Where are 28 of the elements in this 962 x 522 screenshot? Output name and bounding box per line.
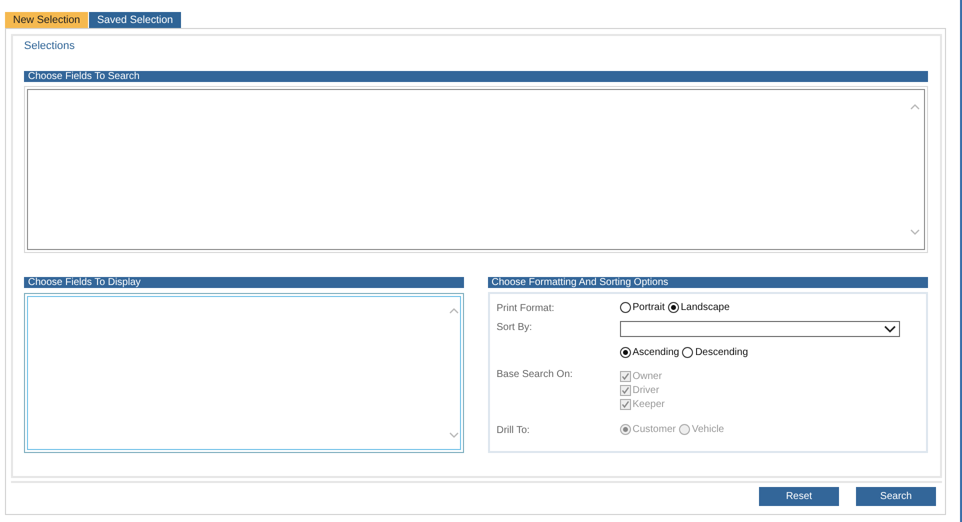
scroll-up-icon[interactable] xyxy=(910,104,920,110)
radio-button[interactable] xyxy=(620,347,630,358)
panel-header: Choose Fields To Search xyxy=(24,71,928,82)
panel-header: Choose Fields To Display xyxy=(24,277,464,288)
field-label: Print Format: xyxy=(496,303,554,314)
field-label: Drill To: xyxy=(496,425,530,436)
action-button[interactable]: Reset xyxy=(759,487,839,506)
panel-header: Choose Formatting And Sorting Options xyxy=(488,277,928,288)
radio-button[interactable] xyxy=(668,302,679,313)
scroll-down-icon[interactable] xyxy=(448,432,458,438)
radio-option[interactable]: Portrait xyxy=(620,302,665,313)
radio-button[interactable] xyxy=(682,347,694,358)
tab[interactable]: New Selection xyxy=(5,12,88,28)
radio-button[interactable] xyxy=(620,302,630,313)
field-label: Sort By: xyxy=(496,322,532,333)
tab[interactable]: Saved Selection xyxy=(89,12,182,28)
display-fields-list[interactable] xyxy=(24,293,464,453)
action-button[interactable]: Search xyxy=(856,487,936,506)
scroll-up-icon[interactable] xyxy=(448,308,458,314)
chevron-down-icon xyxy=(884,325,896,333)
scroll-down-icon[interactable] xyxy=(910,229,920,235)
field-label: Base Search On: xyxy=(496,369,573,380)
radio-option[interactable]: Landscape xyxy=(668,302,730,313)
radio-option[interactable]: Ascending xyxy=(620,347,680,358)
sort-by-dropdown[interactable] xyxy=(620,321,900,337)
search-fields-list[interactable] xyxy=(27,89,925,250)
radio-option[interactable]: Descending xyxy=(682,347,748,358)
section-title: Selections xyxy=(24,40,76,54)
